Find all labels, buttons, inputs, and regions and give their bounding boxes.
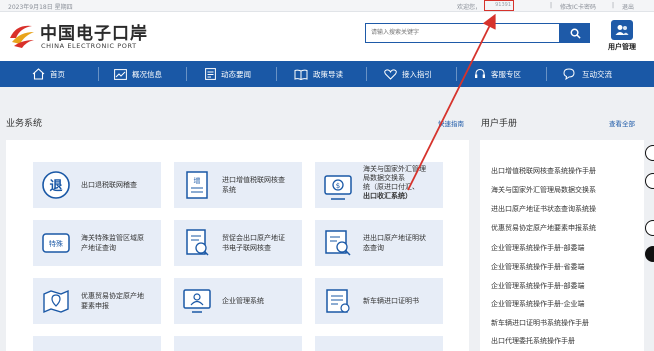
- nav-label: 概况信息: [132, 69, 162, 79]
- nav-item-news[interactable]: 动态要闻: [205, 61, 251, 87]
- status-query-icon: [323, 228, 353, 258]
- headset-icon: [475, 68, 485, 78]
- logo-chinese-title: 中国电子口岸: [40, 24, 148, 44]
- business-card[interactable]: 特殊 海关特殊监管区域原 产地证查询: [33, 220, 161, 266]
- search-icon: [570, 28, 581, 39]
- nav-divider: [276, 67, 277, 81]
- exchange-icon: $: [323, 173, 353, 203]
- business-card-label: 海关特殊监管区域原 产地证查询: [81, 234, 144, 252]
- manual-list-item[interactable]: 出口增值税联网核查系统操作手册: [491, 166, 641, 176]
- nav-item-policy[interactable]: 政策导读: [294, 61, 343, 87]
- map-icon: [41, 286, 71, 316]
- manual-list-item[interactable]: 新车辆进口证明书系统操作手册: [491, 318, 641, 328]
- divider: |: [612, 2, 615, 9]
- business-card[interactable]: 进出口原产地证明状 态查询: [315, 220, 443, 266]
- nav-item-access-guide[interactable]: 接入指引: [384, 61, 432, 87]
- business-card-label: 出口退税联网稽查: [81, 181, 137, 189]
- nav-label: 接入指引: [402, 69, 432, 79]
- nav-item-home[interactable]: 首页: [32, 61, 65, 87]
- headset-float-icon[interactable]: [645, 145, 654, 161]
- search-button[interactable]: [560, 23, 590, 43]
- logo-english-title: CHINA ELECTRONIC PORT: [41, 42, 137, 50]
- nav-divider: [366, 67, 367, 81]
- nav-item-customer-service[interactable]: 客服专区: [474, 61, 521, 87]
- certificate-check-icon: [182, 228, 212, 258]
- manual-list-item[interactable]: 企业管理系统操作手册-部委端: [491, 281, 641, 291]
- special-zone-icon: 特殊: [41, 228, 71, 258]
- current-date: 2023年9月18日 星期四: [8, 4, 73, 11]
- business-card[interactable]: [33, 336, 161, 351]
- user-manual-title: 用户手册: [481, 119, 518, 129]
- nav-label: 首页: [50, 69, 65, 79]
- divider: |: [550, 2, 553, 9]
- nav-label: 政策导读: [313, 69, 343, 79]
- chat-icon: [563, 68, 575, 80]
- user-management-button[interactable]: 用户管理: [598, 20, 646, 58]
- business-card[interactable]: 退 出口退税联网稽查: [33, 162, 161, 208]
- user-management-label: 用户管理: [608, 43, 636, 51]
- nav-label: 客服专区: [491, 69, 521, 79]
- manual-list-item[interactable]: 海关与国家外汇管理局数据交换系: [491, 185, 641, 195]
- nav-item-interaction[interactable]: 互动交流: [563, 61, 612, 87]
- users-icon: [611, 20, 633, 40]
- business-card[interactable]: [174, 336, 302, 351]
- manual-list-item[interactable]: 企业管理系统操作手册-企业端: [491, 299, 641, 309]
- site-header: 中国电子口岸 CHINA ELECTRONIC PORT 用户管理: [0, 12, 654, 61]
- china-eport-logo-icon: [10, 25, 34, 48]
- top-bar: 2023年9月18日 星期四 欢迎您， 91391 | 修改IC卡密码 | 退出: [0, 0, 654, 12]
- feedback-float-icon[interactable]: [645, 220, 654, 236]
- quick-guide-link[interactable]: 快速指南: [438, 118, 464, 128]
- business-card-label: 进出口原产地证明状 态查询: [363, 234, 426, 252]
- view-all-link[interactable]: 查看全部: [609, 118, 635, 128]
- manual-list-item[interactable]: 出口代理委托系统操作手册: [491, 336, 641, 346]
- business-card-label: 企业管理系统: [222, 297, 264, 305]
- business-card[interactable]: 新车辆进口证明书: [315, 278, 443, 324]
- nav-divider: [546, 67, 547, 81]
- home-icon: [32, 68, 45, 80]
- business-card[interactable]: 企业管理系统: [174, 278, 302, 324]
- business-card-label: 新车辆进口证明书: [363, 297, 419, 305]
- business-card-label: 海关与国家外汇管理 局数据交换系 统（原进口付汇、 出口收汇系统）: [363, 165, 426, 200]
- nav-label: 互动交流: [582, 69, 612, 79]
- business-card-label: 贸促会出口原产地证 书电子联网核查: [222, 234, 285, 252]
- book-icon: [294, 69, 308, 80]
- nav-divider: [456, 67, 457, 81]
- svg-text:增: 增: [194, 176, 201, 185]
- top-float-icon[interactable]: [645, 246, 654, 262]
- svg-text:特殊: 特殊: [49, 239, 63, 248]
- tui-icon: 退: [41, 170, 71, 200]
- logout-link[interactable]: 退出: [622, 2, 634, 11]
- svg-text:退: 退: [49, 179, 62, 194]
- search-input[interactable]: [365, 23, 560, 43]
- manual-list-item[interactable]: 优惠贸易协定原产地要素申报系统: [491, 223, 641, 233]
- enterprise-icon: [182, 286, 212, 316]
- nav-divider: [186, 67, 187, 81]
- zeng-icon: 增: [182, 170, 212, 200]
- chart-icon: [114, 68, 127, 80]
- business-card[interactable]: 优惠贸易协定原产地 要素申报: [33, 278, 161, 324]
- business-card[interactable]: [315, 336, 443, 351]
- main-nav: 首页 概况信息 动态要闻 政策导读 接入指引 客服专区 互动交流: [0, 61, 654, 87]
- nav-divider: [98, 67, 99, 81]
- business-card-label: 优惠贸易协定原产地 要素申报: [81, 292, 144, 310]
- nav-label: 动态要闻: [221, 69, 251, 79]
- business-systems-title: 业务系统: [6, 119, 43, 129]
- business-card[interactable]: 贸促会出口原产地证 书电子联网核查: [174, 220, 302, 266]
- masked-username: 91391: [484, 0, 514, 11]
- welcome-text: 欢迎您，: [457, 4, 482, 11]
- vehicle-cert-icon: [323, 286, 353, 316]
- chat-float-icon[interactable]: [645, 173, 654, 189]
- business-card[interactable]: $ 海关与国家外汇管理 局数据交换系 统（原进口付汇、 出口收汇系统）: [315, 162, 443, 208]
- heart-icon: [384, 68, 397, 80]
- manual-list-item[interactable]: 企业管理系统操作手册-部委端: [491, 243, 641, 253]
- manual-list-item[interactable]: 进出口原产地证书状态查询系统操: [491, 204, 641, 214]
- news-icon: [205, 68, 216, 80]
- business-card[interactable]: 增 进口增值税联网核查 系统: [174, 162, 302, 208]
- svg-text:$: $: [336, 182, 340, 190]
- business-card-label: 进口增值税联网核查 系统: [222, 176, 285, 194]
- manual-list-item[interactable]: 企业管理系统操作手册-省委端: [491, 262, 641, 272]
- change-password-link[interactable]: 修改IC卡密码: [560, 2, 596, 11]
- nav-item-overview[interactable]: 概况信息: [114, 61, 162, 87]
